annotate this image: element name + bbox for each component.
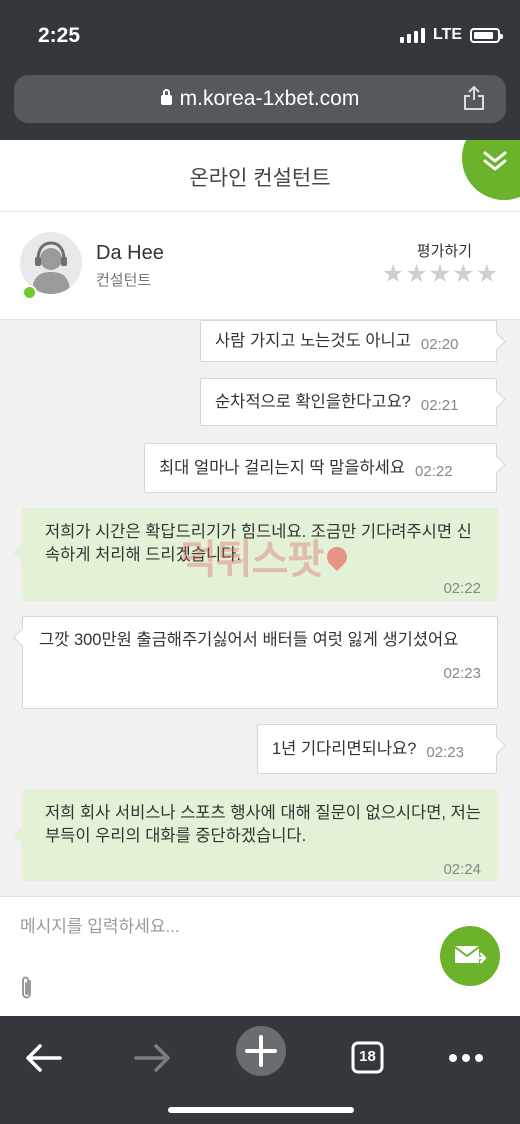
message-text: 저희 회사 서비스나 스포츠 행사에 대해 질문이 없으시다면, 저는 부득이 … [45,804,481,845]
message-text: 저희가 시간은 확답드리기가 힘드네요. 조금만 기다려주시면 신속하게 처리해… [45,523,472,564]
message-time: 02:20 [420,335,459,353]
send-button[interactable] [440,926,500,986]
forward-arrow-icon[interactable] [124,1028,180,1084]
agent-role: 컨설턴트 [96,272,152,289]
status-time: 2:25 [38,24,81,47]
home-indicator [168,1107,354,1113]
network-label: LTE [432,26,462,43]
online-status-dot [22,285,37,300]
chat-header: 온라인 컨설턴트 [0,140,520,212]
message-bubble: 최대 얼마나 걸리는지 딱 말을하세요 02:22 [144,443,497,493]
chevron-double-down-icon [483,151,507,171]
message-bubble: 1년 기다리면되나요? 02:23 [257,724,497,774]
message-bubble: 순차적으로 확인을한다고요? 02:21 [200,378,497,426]
message-text: 순차적으로 확인을한다고요? [215,392,411,411]
agent-info: Da Hee 컨설턴트 평가하기 ★ ★ ★ ★ ★ [0,212,520,320]
star-icon[interactable]: ★ [476,262,498,287]
new-tab-plus-icon[interactable] [232,1022,290,1080]
message-time: 02:24 [443,861,481,878]
rate-label: 평가하기 [416,243,472,260]
rating-stars[interactable]: ★ ★ ★ ★ ★ [382,262,498,287]
chat-title: 온라인 컨설턴트 [189,167,331,190]
address-bar[interactable]: m.korea-1xbet.com [14,75,506,123]
agent-message-bubble: 저희가 시간은 확답드리기가 힘드네요. 조금만 기다려주시면 신속하게 처리해… [22,508,498,601]
star-icon[interactable]: ★ [382,262,404,287]
star-icon[interactable]: ★ [452,262,474,287]
message-time: 02:22 [415,462,453,480]
battery-fill [474,31,493,39]
status-indicators: LTE [399,26,503,44]
message-time: 02:21 [420,396,459,414]
message-time: 02:23 [443,665,481,682]
more-menu-icon[interactable] [438,1028,494,1084]
message-bubble: 사람 가지고 노는것도 아니고 02:20 [200,320,497,362]
paperclip-icon[interactable] [18,975,36,1001]
message-time: 02:22 [443,580,481,597]
star-icon[interactable]: ★ [405,262,427,287]
back-arrow-icon[interactable] [16,1028,72,1084]
message-text: 최대 얼마나 걸리는지 딱 말을하세요 [159,458,406,477]
message-list[interactable]: 사람 가지고 노는것도 아니고 02:20 순차적으로 확인을한다고요? 02:21… [0,320,520,896]
browser-top-bar: 2:25 LTE m.korea-1xbet.com [0,0,520,140]
message-text: 그깟 300만원 출금해주기싫어서 배터들 여럿 잃게 생기셨어요 [39,631,459,649]
message-input[interactable] [20,917,400,937]
star-icon[interactable]: ★ [429,262,451,287]
lock-icon [160,89,172,105]
message-text: 사람 가지고 노는것도 아니고 [215,331,411,350]
share-icon[interactable] [462,85,486,111]
message-text: 1년 기다리면되나요? [272,739,417,758]
message-time: 02:23 [426,743,464,761]
url-text: m.korea-1xbet.com [179,87,360,110]
battery-icon [470,27,503,43]
send-mail-icon [454,946,487,964]
tab-count: 18 [359,1048,376,1065]
signal-icon [399,27,425,43]
message-bubble: 그깟 300만원 출금해주기싫어서 배터들 여럿 잃게 생기셨어요 02:23 [22,616,498,709]
agent-name: Da Hee [96,242,164,264]
tabs-button[interactable]: 18 [340,1028,396,1084]
agent-message-bubble: 저희 회사 서비스나 스포츠 행사에 대해 질문이 없으시다면, 저는 부득이 … [22,789,498,881]
